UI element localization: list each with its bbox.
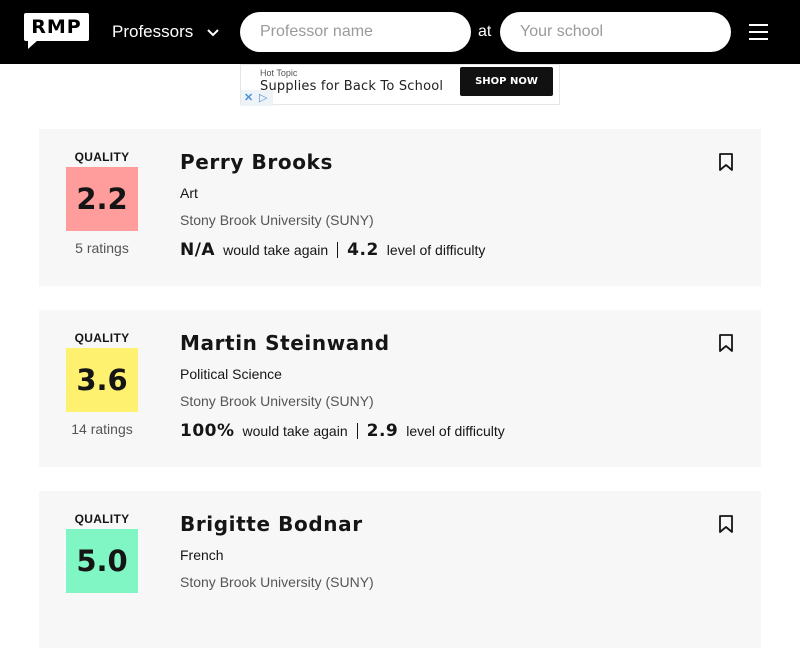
would-take-again-label: would take again [223,242,329,258]
ratings-count: 14 ratings [71,421,133,437]
would-take-again-value: 100% [180,421,235,441]
bookmark-icon[interactable] [719,515,733,533]
ad-choices-badge[interactable]: ✕ ▷ [241,90,273,106]
quality-label: QUALITY [74,512,130,526]
department: Political Science [180,366,282,382]
professor-stats: 100% would take again 2.9 level of diffi… [180,420,505,442]
professor-card[interactable]: QUALITY 2.2 5 ratings Perry Brooks Art S… [39,129,761,286]
would-take-again-value: N/A [180,240,216,260]
stat-divider [337,242,339,258]
professor-name[interactable]: Brigitte Bodnar [180,512,363,536]
search-type-dropdown[interactable]: Professors [112,20,221,44]
school-name: Stony Brook University (SUNY) [180,574,374,590]
adchoices-icon[interactable]: ▷ [259,91,267,104]
close-ad-icon[interactable]: ✕ [244,91,253,104]
hamburger-menu-icon[interactable] [749,24,768,40]
professor-stats: N/A would take again 4.2 level of diffic… [180,239,485,261]
quality-label: QUALITY [74,331,130,345]
at-label: at [478,23,492,40]
school-name: Stony Brook University (SUNY) [180,393,374,409]
quality-score: 2.2 [66,167,138,231]
bookmark-icon[interactable] [719,334,733,352]
professor-name-input[interactable] [240,12,471,52]
ad-shop-now-button[interactable]: SHOP NOW [460,67,553,96]
quality-score: 5.0 [66,529,138,593]
search-type-label: Professors [112,22,194,41]
stat-divider [356,423,358,439]
school-name-input[interactable] [500,12,731,52]
difficulty-value: 4.2 [347,240,379,260]
professor-name[interactable]: Perry Brooks [180,150,333,174]
department: French [180,547,224,563]
logo-speech-tail [28,40,38,49]
professor-card[interactable]: QUALITY 5.0 Brigitte Bodnar French Stony… [39,491,761,648]
professor-card[interactable]: QUALITY 3.6 14 ratings Martin Steinwand … [39,310,761,467]
difficulty-value: 2.9 [366,421,399,441]
ratings-count: 5 ratings [75,240,129,256]
difficulty-label: level of difficulty [406,423,505,439]
professor-name[interactable]: Martin Steinwand [180,331,390,355]
department: Art [180,185,198,201]
quality-label: QUALITY [74,150,130,164]
would-take-again-label: would take again [242,423,348,439]
chevron-down-icon [207,29,219,37]
rmp-logo[interactable]: RMP [24,13,89,41]
bookmark-icon[interactable] [719,153,733,171]
top-nav-bar: RMP Professors at [0,0,800,64]
difficulty-label: level of difficulty [386,242,486,258]
ad-brand: Hot Topic [260,68,298,78]
school-name: Stony Brook University (SUNY) [180,212,374,228]
advertisement-banner[interactable]: Hot Topic Supplies for Back To School SH… [240,64,560,106]
quality-score: 3.6 [66,348,138,412]
ad-headline[interactable]: Supplies for Back To School [260,79,443,94]
